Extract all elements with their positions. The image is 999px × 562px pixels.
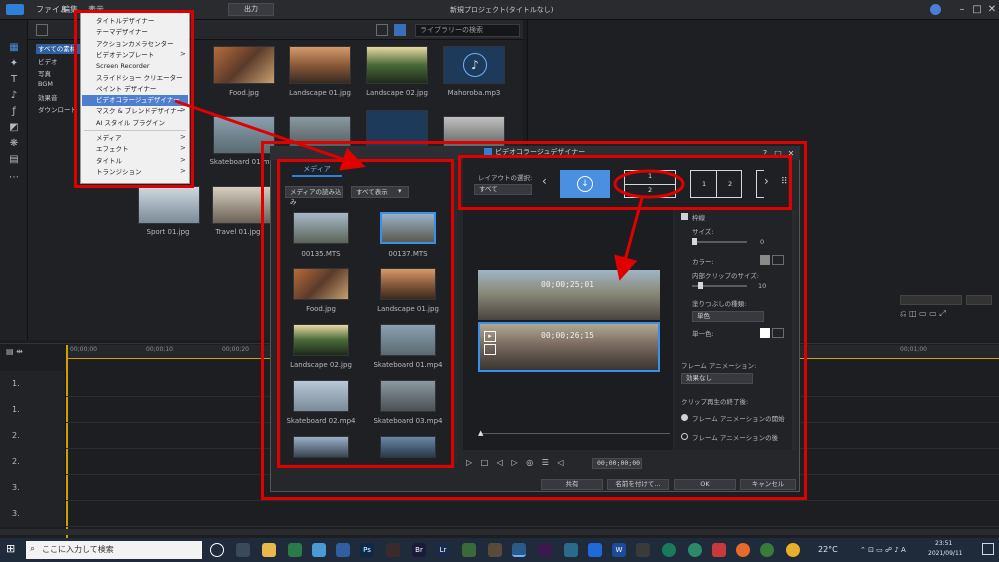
annotation-arrow [614, 197, 644, 281]
annotation-circle [613, 169, 685, 199]
annotation-arrows [174, 99, 685, 281]
annotation-arrow [174, 99, 366, 171]
